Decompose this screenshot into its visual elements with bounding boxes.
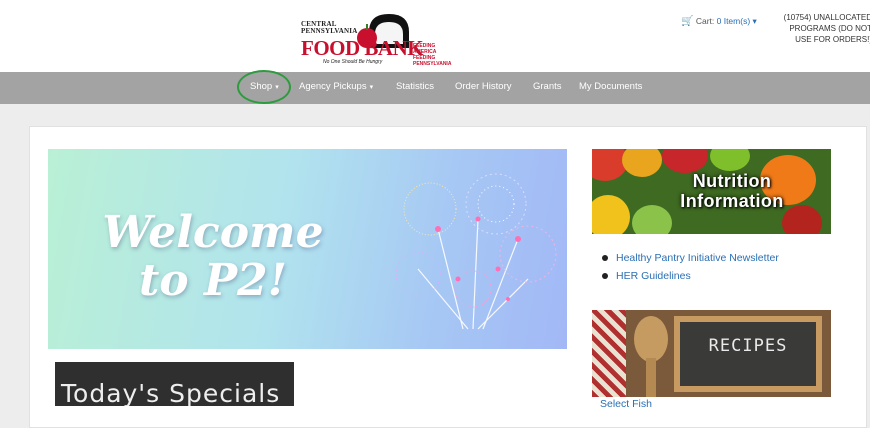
todays-specials-banner[interactable]: Today's Specials	[55, 362, 294, 406]
todays-specials-title: Today's Specials	[61, 379, 281, 406]
shop-highlight-circle	[237, 70, 291, 104]
link-healthy-pantry-newsletter[interactable]: Healthy Pantry Initiative Newsletter	[600, 252, 779, 270]
logo-tagline: No One Should Be Hungry	[323, 59, 383, 65]
main-navigation: Shop ▾ Agency Pickups ▾ Statistics Order H…	[0, 72, 870, 163]
nutrition-links: Healthy Pantry Initiative Newsletter HER…	[600, 252, 779, 288]
nav-my-documents[interactable]: My Documents	[579, 72, 642, 104]
cart-count-link[interactable]: 0 Item(s) ▾	[717, 16, 757, 26]
logo-region-text: CENTRAL PENNSYLVANIA	[301, 20, 358, 35]
nutrition-title: Nutrition Information	[680, 171, 784, 211]
feeding-america-logo: FEEDING AMERICA	[413, 43, 437, 55]
recipes-banner[interactable]: RECIPES	[592, 310, 831, 397]
nav-grants[interactable]: Grants	[533, 72, 562, 104]
nav-statistics[interactable]: Statistics	[396, 72, 434, 104]
fireworks-icon	[395, 173, 557, 330]
nutrition-information-banner[interactable]: Nutrition Information	[592, 149, 831, 234]
logo-name: FOOD BANK	[301, 36, 424, 60]
recipes-link[interactable]: Select Fish	[600, 398, 652, 410]
checkered-cloth	[592, 310, 626, 397]
cart-label: Cart:	[695, 16, 715, 26]
site-header: CENTRAL PENNSYLVANIA FOOD BANK No One Sh…	[0, 0, 870, 72]
welcome-title: Welcome to P2!	[102, 207, 324, 306]
strawberry-icon	[662, 149, 708, 173]
cart-summary[interactable]: 🛒 Cart: 0 Item(s) ▾	[681, 16, 757, 27]
welcome-banner[interactable]: Welcome to P2!	[48, 149, 567, 349]
lemon-icon	[592, 195, 630, 234]
feeding-pennsylvania-logo: FEEDING PENNSYLVANIA	[413, 55, 452, 67]
nav-order-history[interactable]: Order History	[455, 72, 511, 104]
food-bank-logo[interactable]: CENTRAL PENNSYLVANIA FOOD BANK No One Sh…	[301, 8, 476, 68]
chevron-down-icon: ▾	[369, 84, 374, 91]
lime-icon	[710, 149, 750, 171]
wooden-spoon-icon	[634, 316, 668, 362]
recipes-title: RECIPES	[708, 336, 788, 356]
link-her-guidelines[interactable]: HER Guidelines	[600, 270, 779, 288]
nav-agency-pickups[interactable]: Agency Pickups ▾	[299, 72, 373, 104]
account-selector[interactable]: (10754) UNALLOCATED PROGRAMS (DO NOT USE…	[772, 12, 870, 45]
partner-logos: FEEDING AMERICA FEEDING PENNSYLVANIA	[413, 43, 476, 67]
shopping-cart-icon: 🛒	[681, 16, 694, 27]
chevron-down-icon: ▾	[752, 16, 757, 26]
chalkboard: RECIPES	[674, 316, 822, 392]
spoon-handle	[646, 358, 656, 397]
